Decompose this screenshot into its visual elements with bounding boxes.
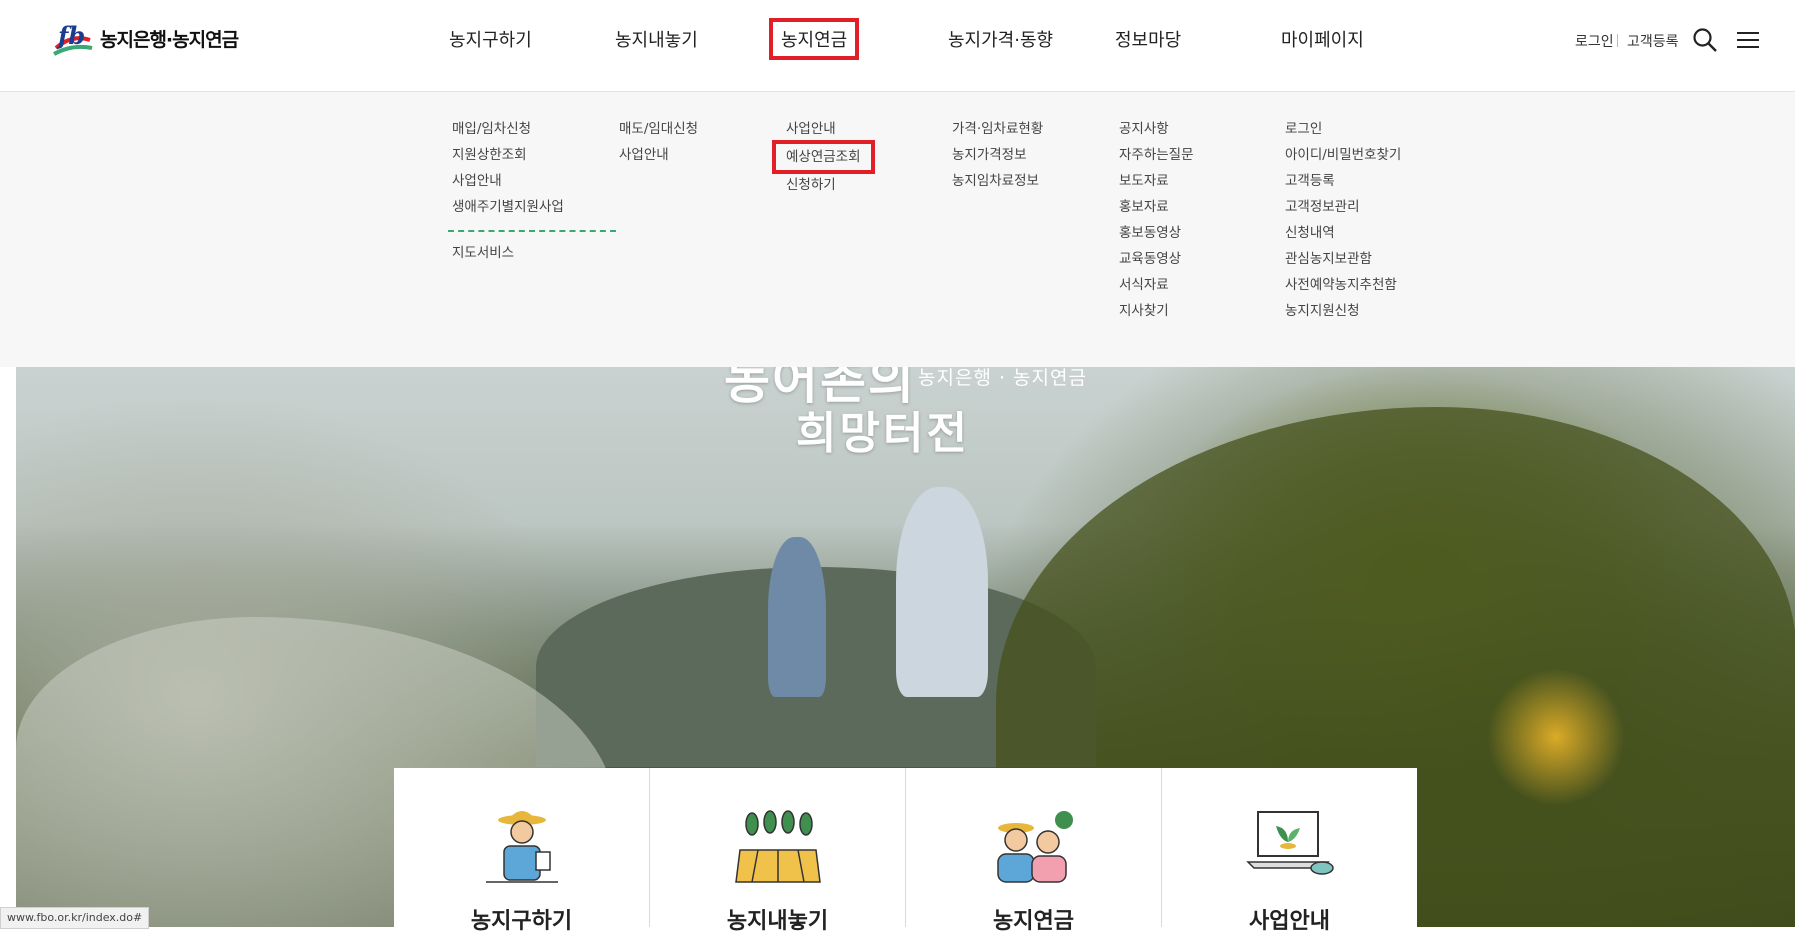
menu-item[interactable]: 지도서비스 — [452, 240, 616, 266]
menu-item[interactable]: 가격·임차료현황 — [952, 116, 1043, 142]
menu-item[interactable]: 매도/임대신청 — [619, 116, 698, 142]
card-label: 농지구하기 — [470, 909, 573, 934]
menu-column-offer: 매도/임대신청 사업안내 — [619, 116, 698, 168]
logo-text: 농지은행·농지연금 — [100, 28, 239, 51]
farmer-icon — [486, 811, 558, 883]
util-divider — [1617, 34, 1618, 47]
menu-item[interactable]: 사업안내 — [786, 116, 871, 142]
svg-text:fb: fb — [56, 21, 85, 50]
menu-item[interactable]: 아이디/비밀번호찾기 — [1285, 142, 1401, 168]
menu-column-mypage: 로그인 아이디/비밀번호찾기 고객등록 고객정보관리 신청내역 관심농지보관함 … — [1285, 116, 1401, 324]
menu-item[interactable]: 지사찾기 — [1119, 298, 1194, 324]
menu-item[interactable]: 사업안내 — [619, 142, 698, 168]
menu-column-price: 가격·임차료현황 농지가격정보 농지임차료정보 — [952, 116, 1043, 194]
browser-status-url: www.fbo.or.kr/index.do# — [0, 907, 150, 929]
menu-item[interactable]: 자주하는질문 — [1119, 142, 1194, 168]
menu-column-pension: 사업안내 예상연금조회 신청하기 — [772, 116, 875, 198]
card-find-farmland[interactable]: 농지구하기 — [394, 768, 650, 934]
menu-item[interactable]: 농지임차료정보 — [952, 168, 1043, 194]
card-business-info[interactable]: 사업안내 — [1162, 768, 1417, 934]
menu-item[interactable]: 생애주기별지원사업 — [452, 194, 616, 220]
menu-item[interactable]: 고객정보관리 — [1285, 194, 1401, 220]
gnb-find-farmland[interactable]: 농지구하기 — [449, 26, 532, 52]
child-figure — [768, 537, 826, 697]
card-label: 농지연금 — [993, 909, 1074, 934]
grandfather-figure — [896, 487, 988, 697]
menu-item[interactable]: 신청내역 — [1285, 220, 1401, 246]
menu-column-find: 매입/임차신청 지원상한조회 사업안내 생애주기별지원사업 지도서비스 — [448, 116, 616, 266]
card-label: 농지내놓기 — [726, 909, 829, 934]
menu-item[interactable]: 사전예약농지추천함 — [1285, 272, 1401, 298]
gnb-mypage[interactable]: 마이페이지 — [1281, 26, 1364, 52]
login-link[interactable]: 로그인 — [1575, 31, 1614, 51]
gnb-farmland-pension[interactable]: 농지연금 — [768, 18, 860, 60]
menu-item[interactable]: 신청하기 — [786, 172, 871, 198]
menu-item[interactable]: 농지지원신청 — [1285, 298, 1401, 324]
gnb-offer-farmland[interactable]: 농지내놓기 — [615, 26, 698, 52]
gnb-price-trend[interactable]: 농지가격·동향 — [948, 26, 1053, 52]
menu-divider — [448, 230, 616, 232]
site-logo[interactable]: fb 농지은행·농지연금 — [52, 18, 239, 58]
menu-item[interactable]: 공지사항 — [1119, 116, 1194, 142]
farmland-icon — [735, 810, 821, 883]
hero-subtitle: 농지은행 · 농지연금 — [918, 367, 1087, 389]
menu-item[interactable]: 보도자료 — [1119, 168, 1194, 194]
menu-item[interactable]: 홍보동영상 — [1119, 220, 1194, 246]
menu-item[interactable]: 고객등록 — [1285, 168, 1401, 194]
site-header: fb 농지은행·농지연금 농지구하기 농지내놓기 농지연금 농지가격·동향 정보… — [0, 0, 1795, 92]
menu-item[interactable]: 매입/임차신청 — [452, 116, 616, 142]
menu-item[interactable]: 지원상한조회 — [452, 142, 616, 168]
card-label: 사업안내 — [1249, 909, 1330, 934]
menu-item-expected-pension[interactable]: 예상연금조회 — [772, 140, 875, 174]
gnb-info[interactable]: 정보마당 — [1115, 26, 1181, 52]
menu-item[interactable]: 관심농지보관함 — [1285, 246, 1401, 272]
card-offer-farmland[interactable]: 농지내놓기 — [650, 768, 906, 934]
search-icon[interactable] — [1692, 27, 1718, 53]
menu-item[interactable]: 홍보자료 — [1119, 194, 1194, 220]
menu-item[interactable]: 농지가격정보 — [952, 142, 1043, 168]
register-link[interactable]: 고객등록 — [1627, 31, 1679, 51]
mega-menu: 매입/임차신청 지원상한조회 사업안내 생애주기별지원사업 지도서비스 매도/임… — [0, 92, 1795, 367]
fb-logo-icon: fb — [52, 18, 94, 58]
menu-item[interactable]: 사업안내 — [452, 168, 616, 194]
menu-column-info: 공지사항 자주하는질문 보도자료 홍보자료 홍보동영상 교육동영상 서식자료 지… — [1119, 116, 1194, 324]
flowers-decoration — [1466, 667, 1646, 807]
elderly-couple-icon — [997, 811, 1073, 883]
menu-item[interactable]: 서식자료 — [1119, 272, 1194, 298]
menu-item[interactable]: 로그인 — [1285, 116, 1401, 142]
hamburger-menu-icon[interactable] — [1735, 27, 1761, 53]
laptop-sprout-icon — [1246, 811, 1334, 875]
hero-title-line2: 희망터전 — [796, 408, 970, 459]
card-farmland-pension[interactable]: 농지연금 — [906, 768, 1162, 934]
menu-item[interactable]: 교육동영상 — [1119, 246, 1194, 272]
